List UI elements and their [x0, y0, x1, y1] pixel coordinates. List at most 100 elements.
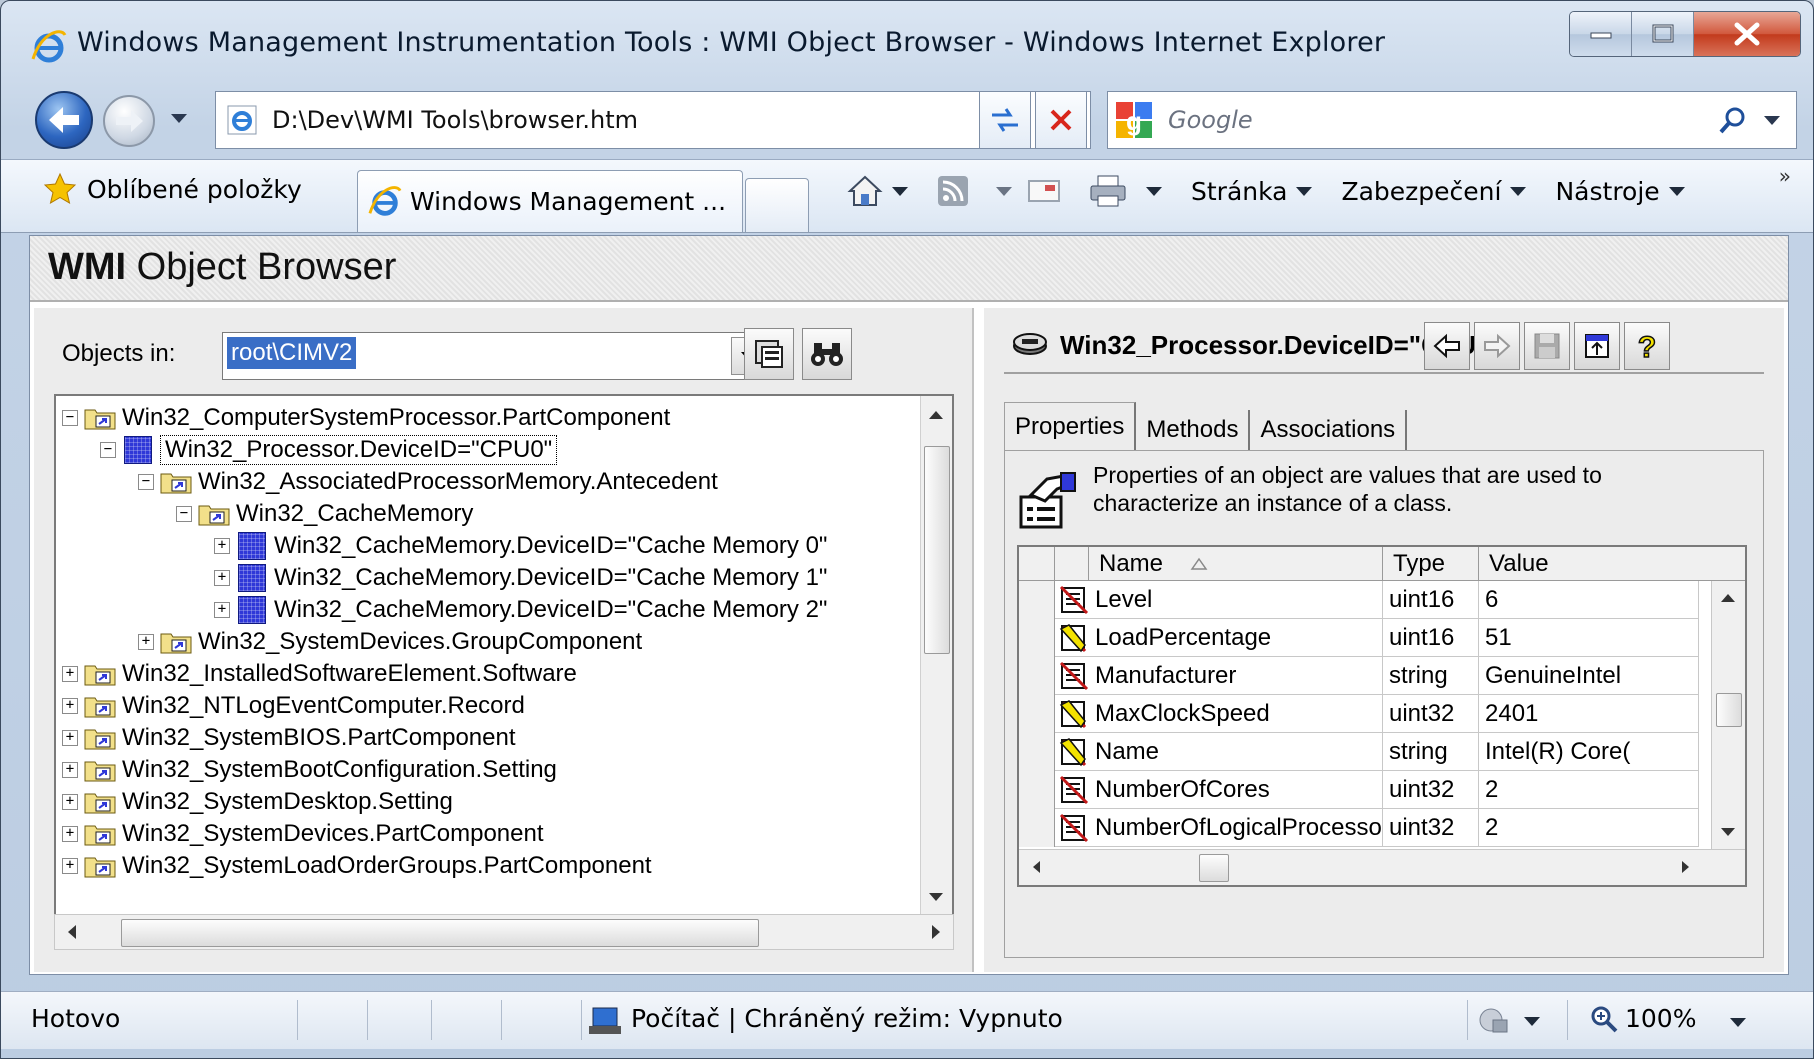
back-object-button[interactable]: [1424, 322, 1470, 370]
row-header[interactable]: [1019, 771, 1055, 809]
expand-node-icon[interactable]: +: [62, 698, 78, 714]
tree-node[interactable]: − Win32_CacheMemory: [176, 498, 473, 530]
tree-node[interactable]: + Win32_SystemDevices.PartComponent: [62, 818, 544, 850]
protected-mode-button[interactable]: [1477, 1000, 1557, 1042]
browser-tab-active[interactable]: Windows Management ...: [357, 170, 743, 232]
refresh-button[interactable]: [979, 91, 1031, 149]
collapse-node-icon[interactable]: −: [62, 410, 78, 426]
tree-node[interactable]: + Win32_CacheMemory.DeviceID="Cache Memor…: [214, 530, 827, 562]
grid-vscroll-thumb[interactable]: [1716, 693, 1742, 727]
help-button[interactable]: ?: [1624, 322, 1670, 370]
zoom-level[interactable]: 100%: [1625, 1004, 1696, 1033]
expand-node-icon[interactable]: +: [214, 538, 230, 554]
back-button[interactable]: [35, 91, 93, 149]
forward-object-button[interactable]: [1474, 322, 1520, 370]
security-zone-text[interactable]: Počítač | Chráněný režim: Vypnuto: [631, 1004, 1063, 1033]
tree-node[interactable]: − Win32_ComputerSystemProcessor.PartCompo…: [62, 402, 670, 434]
row-header[interactable]: [1019, 657, 1055, 695]
property-row[interactable]: LoadPercentage uint16 51: [1019, 619, 1699, 657]
expand-node-icon[interactable]: +: [62, 794, 78, 810]
address-bar[interactable]: D:\Dev\WMI Tools\browser.htm: [215, 91, 1091, 149]
expand-node-icon[interactable]: +: [62, 762, 78, 778]
home-dropdown-icon[interactable]: [891, 185, 909, 197]
home-button[interactable]: [847, 174, 909, 208]
tree-node[interactable]: + Win32_InstalledSoftwareElement.Software: [62, 658, 577, 690]
row-header[interactable]: [1019, 581, 1055, 619]
expand-node-icon[interactable]: +: [138, 634, 154, 650]
tree-hscroll-thumb[interactable]: [121, 919, 759, 947]
tree-horizontal-scrollbar[interactable]: [54, 914, 954, 950]
tab-associations[interactable]: Associations: [1250, 410, 1408, 450]
stop-button[interactable]: [1035, 91, 1087, 149]
grid-horizontal-scrollbar[interactable]: [1019, 849, 1745, 885]
tab-methods[interactable]: Methods: [1136, 410, 1251, 450]
expand-node-icon[interactable]: +: [214, 570, 230, 586]
feeds-dropdown-icon[interactable]: [995, 185, 1013, 197]
scroll-left-icon[interactable]: [57, 917, 87, 947]
row-header[interactable]: [1019, 695, 1055, 733]
collapse-node-icon[interactable]: −: [176, 506, 192, 522]
tree-node[interactable]: + Win32_SystemDesktop.Setting: [62, 786, 453, 818]
tree-node[interactable]: + Win32_CacheMemory.DeviceID="Cache Memor…: [214, 594, 827, 626]
property-row[interactable]: MaxClockSpeed uint32 2401: [1019, 695, 1699, 733]
expand-node-icon[interactable]: +: [62, 666, 78, 682]
property-row[interactable]: NumberOfLogicalProcessors uint32 2: [1019, 809, 1699, 847]
tree-vertical-scrollbar[interactable]: [920, 396, 952, 918]
tree-node[interactable]: + Win32_CacheMemory.DeviceID="Cache Memor…: [214, 562, 827, 594]
row-header[interactable]: [1019, 619, 1055, 657]
property-row[interactable]: Level uint16 6: [1019, 581, 1699, 619]
search-box[interactable]: g Google: [1107, 91, 1797, 149]
column-header-value[interactable]: Value: [1479, 547, 1745, 581]
browse-namespace-button[interactable]: [744, 328, 794, 380]
property-row[interactable]: NumberOfCores uint32 2: [1019, 771, 1699, 809]
expand-node-icon[interactable]: +: [214, 602, 230, 618]
grid-vertical-scrollbar[interactable]: [1711, 581, 1745, 849]
tree-node[interactable]: + Win32_SystemLoadOrderGroups.PartCompone…: [62, 850, 652, 882]
tree-node[interactable]: + Win32_SystemDevices.GroupComponent: [138, 626, 642, 658]
tree-node[interactable]: + Win32_NTLogEventComputer.Record: [62, 690, 525, 722]
expand-node-icon[interactable]: +: [62, 826, 78, 842]
column-header-type[interactable]: Type: [1383, 547, 1479, 581]
tree-node[interactable]: − Win32_AssociatedProcessorMemory.Anteced…: [138, 466, 718, 498]
tools-menu[interactable]: Nástroje: [1555, 177, 1685, 206]
grid-hscroll-thumb[interactable]: [1199, 854, 1229, 882]
save-button[interactable]: [1524, 322, 1570, 370]
tree-node[interactable]: + Win32_SystemBootConfiguration.Setting: [62, 754, 557, 786]
property-row[interactable]: Manufacturer string GenuineIntel: [1019, 657, 1699, 695]
forward-button[interactable]: [103, 95, 155, 147]
new-tab-button[interactable]: [745, 178, 809, 232]
search-icon[interactable]: [1718, 105, 1748, 135]
print-dropdown-icon[interactable]: [1145, 185, 1163, 197]
collapse-node-icon[interactable]: −: [138, 474, 154, 490]
close-button[interactable]: [1694, 12, 1800, 56]
property-row[interactable]: Name string Intel(R) Core(: [1019, 733, 1699, 771]
tree-node[interactable]: + Win32_SystemBIOS.PartComponent: [62, 722, 516, 754]
tab-properties[interactable]: Properties: [1004, 402, 1137, 450]
zoom-dropdown-icon[interactable]: [1729, 1016, 1747, 1028]
print-button[interactable]: [1089, 174, 1163, 208]
search-dropdown-icon[interactable]: [1762, 113, 1782, 127]
row-header[interactable]: [1019, 733, 1055, 771]
minimize-button[interactable]: [1570, 12, 1632, 56]
find-button[interactable]: [802, 328, 852, 380]
feeds-button[interactable]: [937, 175, 1013, 207]
read-mail-button[interactable]: [1027, 177, 1061, 205]
favorites-button[interactable]: Oblíbené položky: [43, 172, 302, 206]
scroll-up-icon[interactable]: [921, 400, 951, 430]
history-dropdown-icon[interactable]: [169, 111, 189, 125]
namespace-combo[interactable]: root\CIMV2: [222, 332, 770, 380]
tree-vscroll-thumb[interactable]: [924, 446, 950, 654]
security-menu[interactable]: Zabezpečení: [1341, 177, 1527, 206]
grid-scroll-up-icon[interactable]: [1712, 583, 1744, 613]
tree-node[interactable]: − Win32_Processor.DeviceID="CPU0": [100, 434, 558, 466]
scroll-right-icon[interactable]: [921, 917, 951, 947]
collapse-node-icon[interactable]: −: [100, 442, 116, 458]
grid-scroll-down-icon[interactable]: [1712, 817, 1744, 847]
view-button[interactable]: [1574, 322, 1620, 370]
expand-node-icon[interactable]: +: [62, 730, 78, 746]
grid-scroll-right-icon[interactable]: [1671, 852, 1701, 882]
maximize-button[interactable]: [1632, 12, 1694, 56]
scroll-down-icon[interactable]: [921, 882, 951, 912]
expand-node-icon[interactable]: +: [62, 858, 78, 874]
grid-scroll-left-icon[interactable]: [1021, 852, 1051, 882]
